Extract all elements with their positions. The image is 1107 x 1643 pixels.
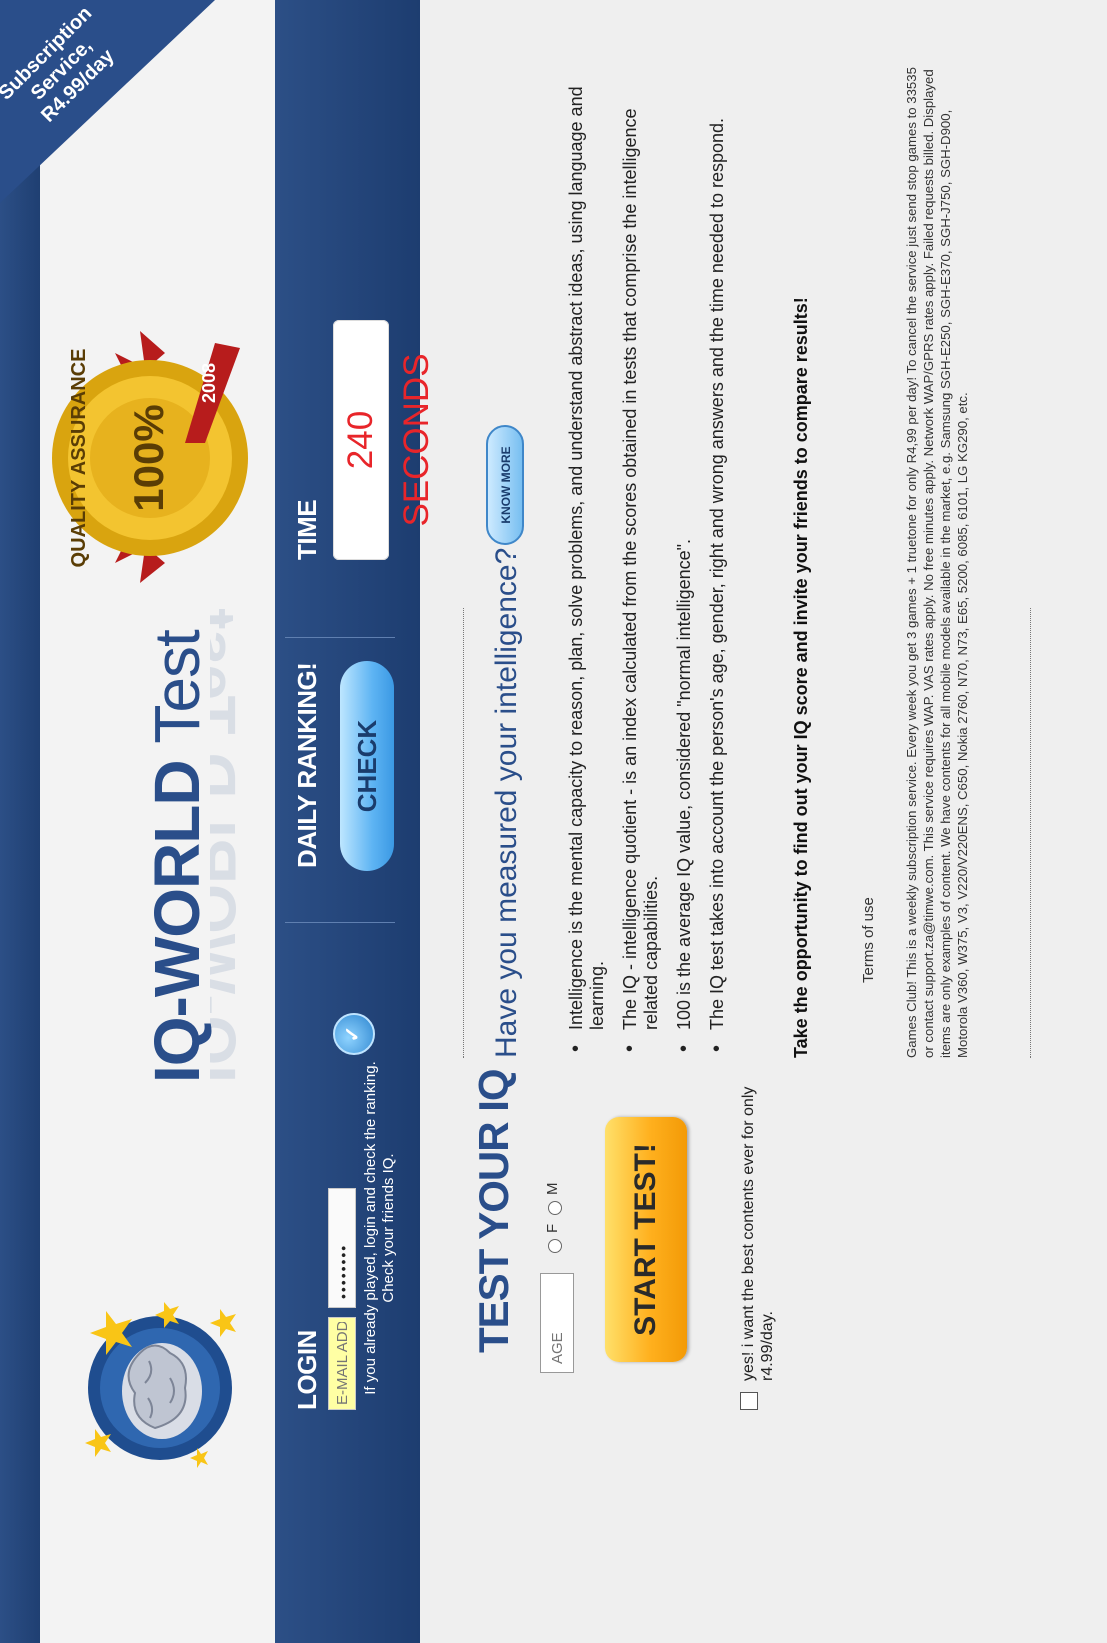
brand-bold: IQ-WORLD — [141, 760, 213, 1083]
gender-m-radio[interactable] — [548, 1201, 562, 1215]
question-heading: Have you measured your intelligence? — [490, 547, 523, 1058]
list-item: 100 is the average IQ value, considered … — [674, 68, 695, 1058]
login-submit-button[interactable]: ✓ — [333, 1013, 375, 1055]
header-top-band — [0, 0, 40, 1643]
terms-of-use-link[interactable]: Terms of use — [860, 897, 877, 983]
optin-text: yes! i want the best contents ever for o… — [740, 1086, 776, 1381]
seal-percent: 100% — [125, 404, 172, 511]
info-bullets: Intelligence is the mental capacity to r… — [566, 68, 740, 1058]
list-item: The IQ test takes into account the perso… — [707, 68, 728, 1058]
quality-seal-icon: 100% QUALITY ASSURANCE 2008 — [52, 331, 248, 583]
footer-separator — [1030, 608, 1031, 1058]
password-field[interactable]: •••••••• — [328, 1188, 356, 1308]
gender-f-radio[interactable] — [548, 1239, 562, 1253]
login-note: If you already played, login and check t… — [362, 1061, 397, 1395]
brand-title: IQ-WORLD Test — [140, 630, 214, 1083]
time-display: 240 SECONDS — [333, 320, 436, 560]
gender-f-label: F — [544, 1223, 561, 1233]
know-more-button[interactable]: KNOW MORE — [486, 425, 524, 545]
check-ranking-button[interactable]: CHECK — [340, 661, 394, 871]
rotated-page: IQ-WORLD Test IQ-WORLD Test 100% QUALITY… — [0, 0, 1107, 1643]
daily-ranking-heading: DAILY RANKING! — [292, 662, 322, 868]
list-item: Intelligence is the mental capacity to r… — [566, 68, 608, 1058]
brain-globe-logo-icon — [85, 1302, 236, 1468]
time-heading: TIME — [292, 499, 322, 560]
optin-checkbox[interactable] — [740, 1392, 758, 1410]
disclaimer-text: Games Club! This is a weekly subscriptio… — [904, 67, 970, 1058]
age-field[interactable] — [540, 1273, 574, 1373]
column-separator — [463, 608, 464, 1058]
bar-divider — [285, 922, 395, 923]
seal-label: QUALITY ASSURANCE — [68, 349, 90, 568]
start-test-button[interactable]: START TEST! — [605, 1117, 687, 1362]
call-to-action: Take the opportunity to find out your IQ… — [791, 297, 811, 1058]
seal-year: 2008 — [199, 363, 219, 403]
gender-m-label: M — [544, 1182, 561, 1196]
brand-light: Test — [141, 630, 213, 744]
login-heading: LOGIN — [292, 1330, 322, 1410]
brand-reflection: IQ-WORLD Test — [210, 607, 249, 1083]
test-your-iq-title: TEST YOUR IQ — [470, 1069, 517, 1353]
email-field[interactable] — [328, 1317, 356, 1410]
list-item: The IQ - intelligence quotient - is an i… — [620, 68, 662, 1058]
bar-divider — [285, 637, 395, 638]
